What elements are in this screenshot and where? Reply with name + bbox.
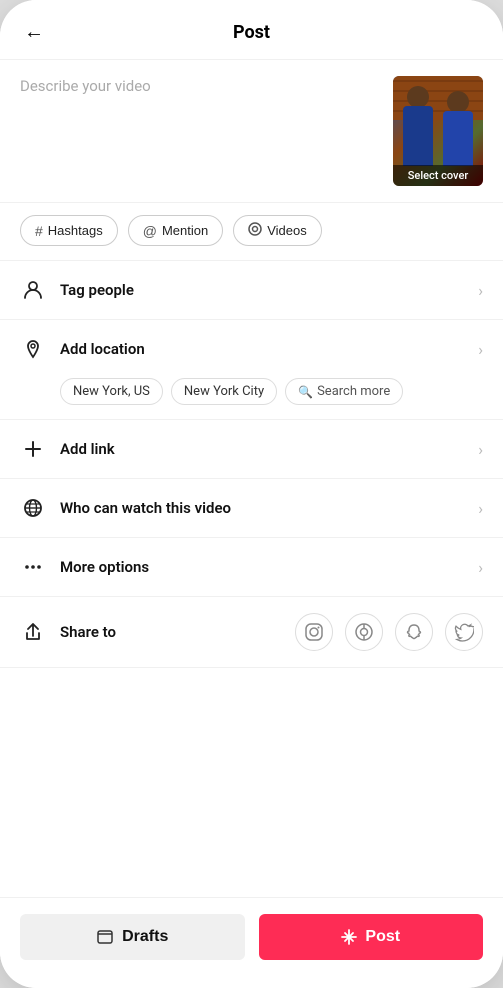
select-cover-label: Select cover [393, 165, 483, 186]
dots-icon [20, 554, 46, 580]
videos-icon [248, 222, 262, 239]
mention-button[interactable]: @ Mention [128, 215, 223, 246]
describe-textarea[interactable]: Describe your video [20, 76, 381, 186]
drafts-button[interactable]: Drafts [20, 914, 245, 960]
describe-section: Describe your video Select cover [0, 60, 503, 203]
share-to-label: Share to [60, 623, 295, 641]
content-area: Describe your video Select cover # Hasht… [0, 60, 503, 897]
globe-icon [20, 495, 46, 521]
person2-head [447, 91, 469, 113]
snapchat-button[interactable] [395, 613, 433, 651]
add-link-section: Add link › [0, 420, 503, 479]
video-thumbnail[interactable]: Select cover [393, 76, 483, 186]
back-button[interactable]: ← [20, 17, 48, 48]
person-icon [20, 277, 46, 303]
person1-head [407, 86, 429, 108]
share-platforms [295, 613, 483, 651]
who-can-watch-section: Who can watch this video › [0, 479, 503, 538]
share-icon [20, 619, 46, 645]
phone-container: ← Post Describe your video Select cover [0, 0, 503, 988]
add-location-section: Add location › New York, US New York Cit… [0, 320, 503, 420]
share-section: Share to [0, 597, 503, 668]
who-can-watch-chevron: › [478, 499, 483, 518]
tag-people-item[interactable]: Tag people › [0, 261, 503, 319]
person2-body [443, 111, 473, 166]
hashtag-icon: # [35, 223, 43, 239]
drafts-icon [96, 928, 114, 946]
mention-icon: @ [143, 223, 157, 239]
bottom-actions: Drafts Post [0, 897, 503, 988]
more-options-item[interactable]: More options › [0, 538, 503, 596]
location-tags: New York, US New York City 🔍 Search more [0, 378, 503, 419]
search-more-label: Search more [317, 384, 390, 399]
who-can-watch-label: Who can watch this video [60, 499, 478, 517]
mention-label: Mention [162, 223, 208, 238]
person1-body [403, 106, 433, 166]
add-link-chevron: › [478, 440, 483, 459]
more-options-section: More options › [0, 538, 503, 597]
describe-placeholder: Describe your video [20, 77, 151, 95]
add-location-item[interactable]: Add location › [0, 320, 503, 378]
post-sparkle-icon [341, 929, 357, 945]
add-location-label: Add location [60, 340, 478, 358]
page-title: Post [233, 22, 270, 43]
more-options-chevron: › [478, 558, 483, 577]
videos-label: Videos [267, 223, 307, 238]
add-link-item[interactable]: Add link › [0, 420, 503, 478]
hashtags-button[interactable]: # Hashtags [20, 215, 118, 246]
post-button[interactable]: Post [259, 914, 484, 960]
post-label: Post [365, 928, 400, 946]
tag-people-section: Tag people › [0, 261, 503, 320]
twitter-button[interactable] [445, 613, 483, 651]
location-tag-ny-us[interactable]: New York, US [60, 378, 163, 405]
add-location-chevron: › [478, 340, 483, 359]
drafts-label: Drafts [122, 928, 168, 946]
who-can-watch-item[interactable]: Who can watch this video › [0, 479, 503, 537]
add-link-label: Add link [60, 440, 478, 458]
location-tag-search[interactable]: 🔍 Search more [285, 378, 403, 405]
header: ← Post [0, 0, 503, 60]
tiktoknow-button[interactable] [345, 613, 383, 651]
location-icon [20, 336, 46, 362]
videos-button[interactable]: Videos [233, 215, 322, 246]
more-options-label: More options [60, 558, 478, 576]
location-tag-nyc[interactable]: New York City [171, 378, 277, 405]
tags-row: # Hashtags @ Mention Videos [0, 203, 503, 261]
tag-people-label: Tag people [60, 281, 478, 299]
search-icon: 🔍 [298, 385, 313, 399]
hashtags-label: Hashtags [48, 223, 103, 238]
instagram-button[interactable] [295, 613, 333, 651]
plus-icon [20, 436, 46, 462]
tag-people-chevron: › [478, 281, 483, 300]
